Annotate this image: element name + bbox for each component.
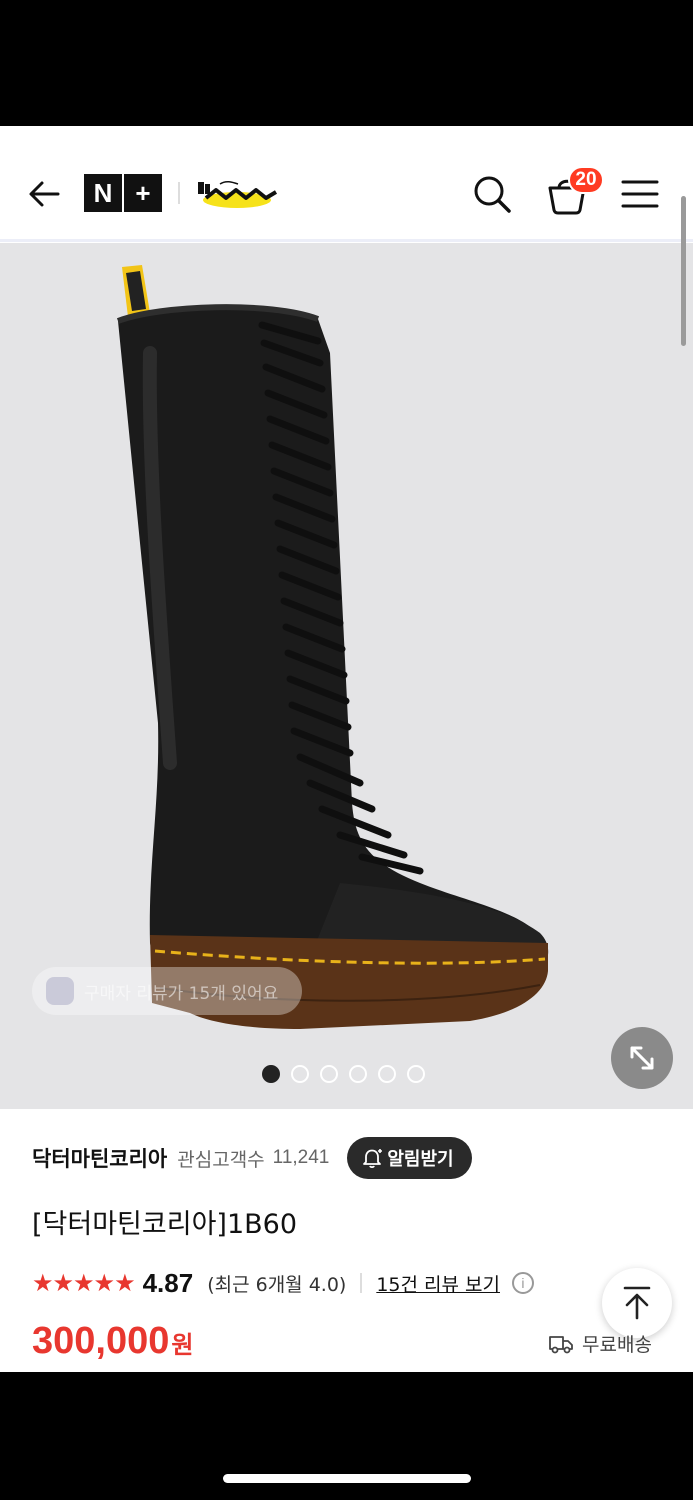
store-name[interactable]: 닥터마틴코리아 [32, 1143, 167, 1173]
nplus-logo-plus: + [124, 174, 162, 212]
page-scrollbar[interactable] [681, 196, 686, 346]
info-icon[interactable]: i [511, 1272, 534, 1294]
watchers-count: 11,241 [272, 1147, 330, 1168]
rating-stars: ★★★★★ [32, 1269, 136, 1297]
rating-row: ★★★★★ 4.87 (최근 6개월 4.0) 15건 리뷰 보기 i [32, 1264, 534, 1302]
back-arrow-icon [29, 181, 60, 207]
header-divider [178, 182, 180, 204]
nplus-logo[interactable]: N + [84, 174, 164, 212]
gallery-dot[interactable] [262, 1065, 280, 1083]
menu-button[interactable] [620, 176, 660, 212]
rating-value: 4.87 [142, 1267, 194, 1298]
price-unit: 원 [171, 1331, 194, 1359]
gallery-dot[interactable] [407, 1065, 425, 1083]
expand-image-button[interactable] [611, 1027, 673, 1089]
gallery-dot[interactable] [349, 1065, 367, 1083]
status-bar-area [0, 0, 693, 126]
gallery-pagination [262, 1065, 425, 1083]
rating-separator [360, 1273, 363, 1293]
home-indicator[interactable] [223, 1474, 471, 1483]
cart-count-badge: 20 [568, 166, 604, 194]
recent-rating: (최근 6개월 4.0) [207, 1273, 347, 1296]
arrow-up-icon [623, 1286, 651, 1320]
search-button[interactable] [470, 172, 514, 216]
search-icon [474, 176, 511, 213]
shipping-info: 무료배송 [548, 1330, 652, 1357]
dr-martens-logo-image [198, 180, 278, 208]
bell-icon [363, 1149, 383, 1169]
nplus-logo-n: N [84, 174, 122, 212]
watchers-label: 관심고객수 [177, 1148, 265, 1171]
alarm-button[interactable]: 알림받기 [347, 1137, 472, 1179]
review-overlay-text: 구매자 리뷰가 15개 있어요 [84, 983, 279, 1004]
app-screen: N + 20 구매자 리뷰가 15개 있어요 닥터마틴코리아 관심고객수 11,… [0, 126, 693, 1372]
shipping-label: 무료배송 [582, 1334, 652, 1356]
alarm-label: 알림받기 [387, 1149, 454, 1170]
expand-icon [630, 1046, 654, 1070]
price-value: 300,000 [32, 1320, 170, 1362]
truck-icon [549, 1335, 573, 1353]
review-link[interactable]: 15건 리뷰 보기 [376, 1270, 500, 1297]
brand-logo[interactable] [192, 172, 282, 216]
store-row: 닥터마틴코리아 관심고객수 11,241 알림받기 [32, 1136, 472, 1180]
product-image-gallery[interactable]: 구매자 리뷰가 15개 있어요 [0, 243, 693, 1109]
review-count-overlay[interactable]: 구매자 리뷰가 15개 있어요 [32, 967, 302, 1015]
gallery-dot[interactable] [378, 1065, 396, 1083]
price-row: 300,000 원 [32, 1320, 193, 1363]
top-header: N + 20 [0, 126, 693, 242]
gallery-dot[interactable] [320, 1065, 338, 1083]
review-chat-icon [46, 977, 74, 1005]
menu-icon [621, 180, 659, 208]
back-button[interactable] [24, 174, 64, 214]
gallery-dot[interactable] [291, 1065, 309, 1083]
scroll-to-top-button[interactable] [602, 1268, 672, 1338]
product-title: [닥터마틴코리아]1B60 [32, 1209, 298, 1240]
